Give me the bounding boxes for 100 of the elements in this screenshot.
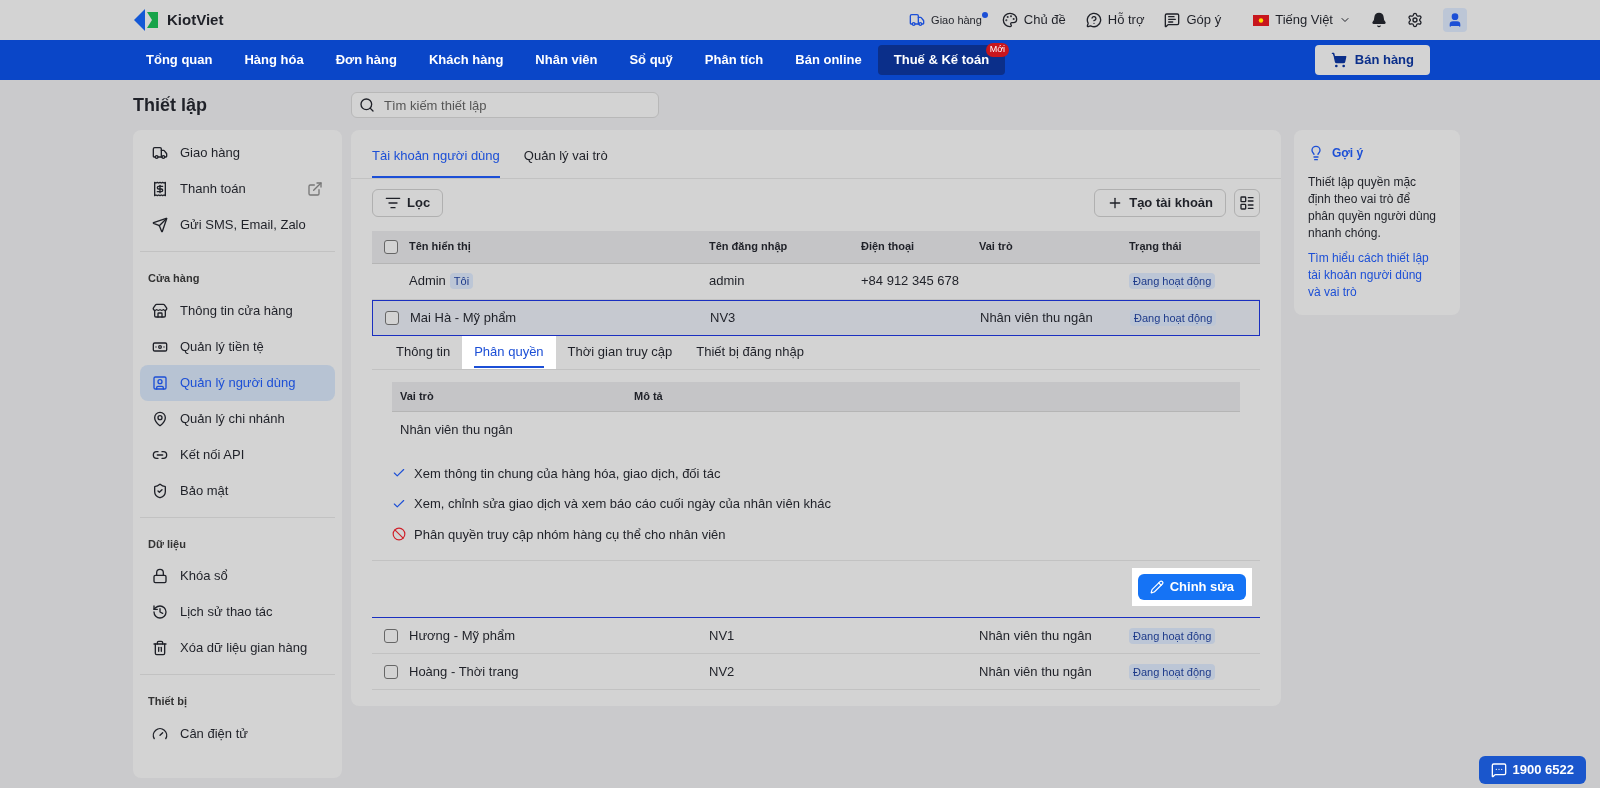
status-badge: Đang hoạt động [1130, 309, 1217, 326]
trash-icon [152, 640, 168, 656]
top-link[interactable]: Giao hàng [931, 11, 982, 29]
sidebar-item[interactable]: Thanh toán [140, 171, 335, 207]
settings-icon[interactable] [1407, 12, 1423, 28]
sidebar-item[interactable]: Quản lý tiền tệ [140, 328, 335, 365]
search-field[interactable]: Tìm kiếm thiết lập [351, 92, 659, 118]
cart-icon [1330, 52, 1347, 68]
send-icon [152, 217, 168, 233]
nav-tab[interactable]: Nhân viên [519, 45, 614, 75]
table-cell: +84 912 345 678 [861, 273, 959, 289]
table-cell: Nhân viên thu ngân [979, 627, 1092, 643]
page-title: Thiết lập [133, 93, 208, 117]
row-checkbox[interactable] [383, 628, 398, 643]
user-icon [1447, 12, 1463, 28]
status-badge: Đang hoạt động [1129, 627, 1216, 644]
store-icon [152, 302, 168, 319]
language-selector[interactable]: Tiếng Việt [1275, 10, 1333, 30]
sidebar-item[interactable]: Quản lý chi nhánh [140, 400, 335, 437]
column-header: Tên đăng nhập [709, 240, 788, 253]
truck-icon [152, 145, 168, 161]
top-link[interactable]: Góp ý [1186, 10, 1222, 30]
table-cell-text: Nhân viên thu ngân [400, 420, 513, 439]
sidebar-item[interactable]: Khóa sổ [140, 558, 335, 594]
table-cell-text: Hương - Mỹ phẩm [409, 626, 516, 645]
create-account-button[interactable]: Tạo tài khoản [1094, 188, 1226, 217]
row-checkbox[interactable] [383, 664, 398, 679]
bell-icon[interactable] [1371, 12, 1387, 28]
logo-text: KiotViet [167, 9, 224, 30]
column-header: Điện thoại [861, 240, 915, 253]
hint-link[interactable]: Tìm hiểu cách thiết lập tài khoản người dùng và vai trò [1308, 250, 1436, 301]
table-cell: admin [709, 273, 745, 289]
select-all-checkbox[interactable] [383, 239, 398, 254]
tab[interactable]: Tài khoản người dùng [372, 146, 500, 178]
table-cell: NV2 [709, 663, 735, 679]
sidebar-item[interactable]: Kết nối API [140, 436, 335, 473]
logo-icon [133, 8, 159, 32]
pencil-icon [1149, 580, 1164, 594]
lightbulb-icon [1308, 145, 1324, 161]
column-header: Mô tả [634, 389, 663, 402]
map-pin-icon [152, 410, 168, 427]
sell-button[interactable]: Bán hàng [1314, 45, 1430, 75]
sidebar-item[interactable]: Quản lý người dùng [140, 364, 335, 401]
palette-icon [1001, 12, 1018, 28]
sidebar-item[interactable]: Xóa dữ liệu gian hàng [140, 630, 335, 666]
table-cell-text: Hoàng - Thời trang [409, 662, 519, 681]
shield-check-icon [152, 482, 168, 499]
sidebar-item[interactable]: Giao hàng [140, 135, 335, 171]
nav-tab[interactable]: Sổ quỹ [613, 45, 689, 75]
top-link[interactable]: Hỗ trợ [1107, 10, 1145, 30]
detail-tab[interactable]: Thời gian truy cập [555, 335, 685, 369]
nav-tab[interactable]: Đơn hàng [319, 45, 413, 75]
column-header: Vai trò [979, 240, 1013, 253]
status-badge: Đang hoạt động [1129, 663, 1216, 680]
top-link[interactable]: Chủ đề [1023, 10, 1066, 30]
hint-title: Gợi ý [1332, 145, 1364, 162]
permission-text: Phân quyền truy cập nhóm hàng cụ thể cho nhân viên [414, 525, 726, 544]
edit-button[interactable]: Chỉnh sửa [1137, 574, 1246, 600]
hint-text: Thiết lập quyền mặc định theo vai trò để phân quyền người dùng nhanh chóng. [1308, 174, 1436, 242]
nav-tab[interactable]: Hàng hóa [228, 45, 320, 75]
feedback-icon [1164, 12, 1181, 28]
table-cell: NV3 [710, 309, 736, 325]
nav-tab[interactable]: Khách hàng [412, 45, 520, 75]
table-cell: Nhân viên thu ngân [979, 663, 1092, 679]
columns-button[interactable] [1234, 188, 1260, 217]
nav-tab[interactable]: Tổng quan [130, 45, 229, 75]
column-header: Trạng thái [1129, 240, 1182, 253]
gauge-icon [152, 725, 168, 742]
user-card-icon [152, 374, 168, 391]
filter-button[interactable]: Lọc [372, 188, 444, 217]
detail-tab[interactable]: Phân quyền [462, 335, 556, 369]
permission-text: Xem, chỉnh sửa giao dịch và xem báo cáo cuối ngày của nhân viên khác [414, 495, 831, 513]
detail-tab[interactable]: Thông tin [384, 335, 463, 369]
you-tag: Tôi [449, 272, 474, 290]
column-header: Vai trò [400, 389, 434, 402]
new-badge: Mới [985, 43, 1010, 57]
section-heading: Thiết bị [147, 694, 189, 710]
column-header: Tên hiển thị [409, 240, 471, 253]
list-icon [1239, 194, 1255, 211]
sidebar-item[interactable]: Bảo mật [140, 472, 335, 509]
sidebar-item[interactable]: Gửi SMS, Email, Zalo [140, 207, 335, 243]
table-cell-text: Admin [409, 272, 446, 291]
history-icon [152, 604, 168, 620]
status-badge: Đang hoạt động [1129, 273, 1216, 290]
tab[interactable]: Quản lý vai trò [523, 146, 608, 178]
sidebar-item[interactable]: Thông tin cửa hàng [140, 292, 335, 329]
section-heading: Dữ liệu [147, 536, 187, 553]
lock-icon [152, 568, 168, 584]
nav-tab[interactable]: Phân tích [688, 45, 780, 75]
flag-icon [1253, 14, 1270, 26]
truck-icon [909, 12, 926, 28]
avatar-button[interactable] [1443, 8, 1467, 32]
sidebar-item[interactable]: Cân điện tử [140, 715, 335, 752]
chat-icon [1490, 762, 1507, 778]
row-checkbox[interactable] [384, 310, 399, 325]
permission-text: Xem thông tin chung của hàng hóa, giao dịch, đối tác [414, 464, 721, 483]
sidebar-item[interactable]: Lịch sử thao tác [140, 594, 335, 630]
detail-tab[interactable]: Thiết bị đăng nhập [684, 335, 816, 369]
support-button[interactable]: 1900 6522 [1478, 756, 1586, 784]
nav-tab[interactable]: Bán online [779, 45, 878, 75]
